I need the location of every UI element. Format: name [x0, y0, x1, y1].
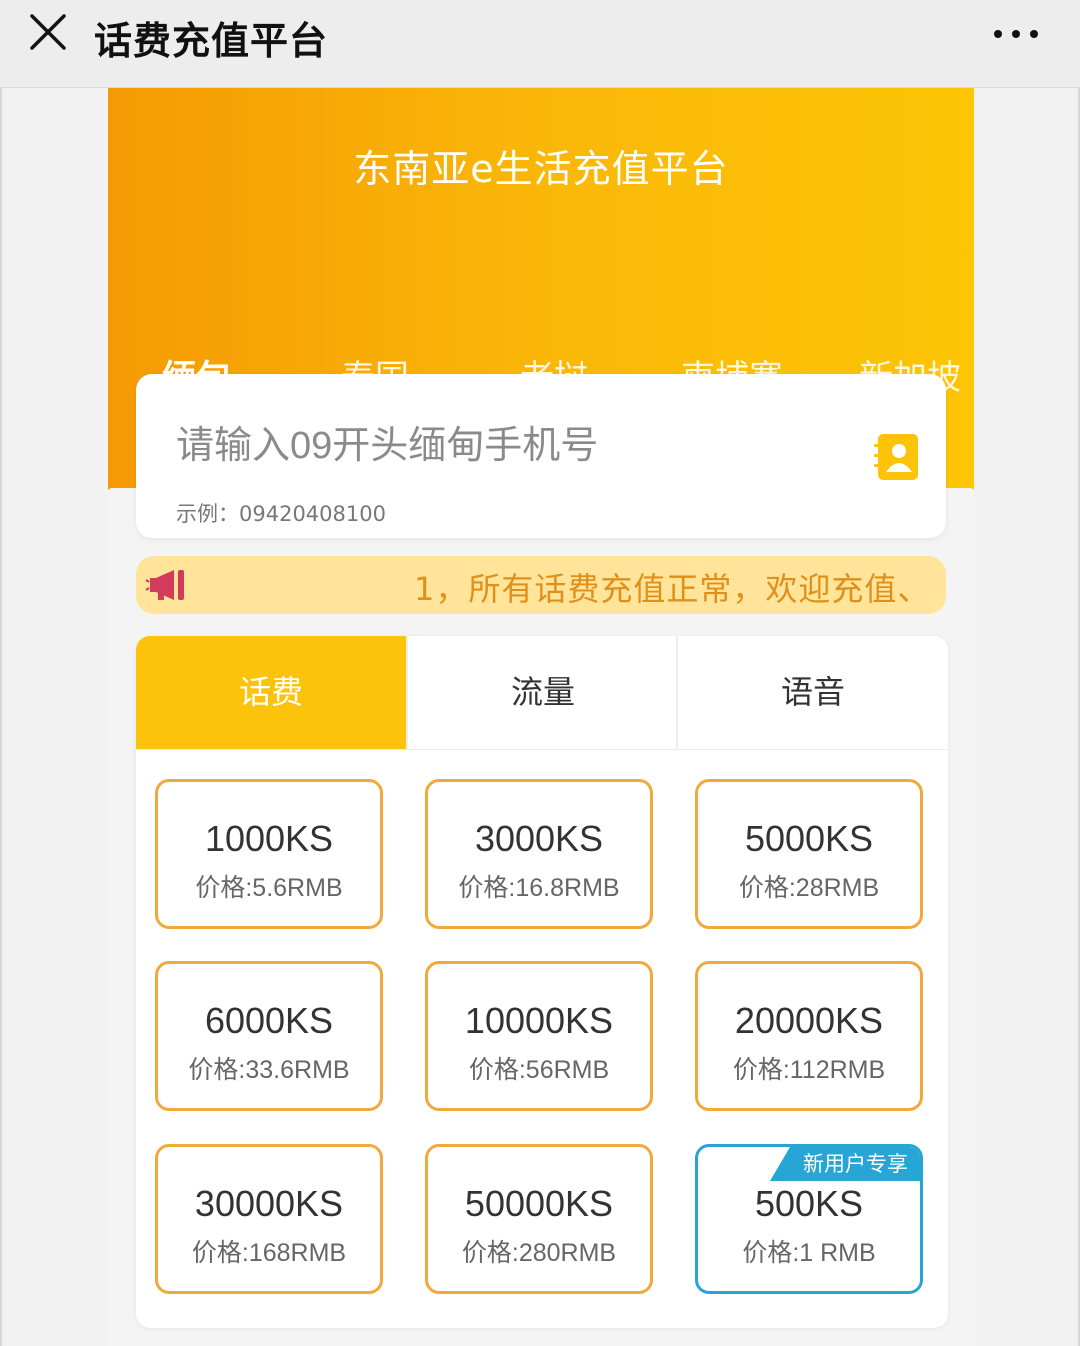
product-card[interactable]: 新用户专享 500KS 价格:1 RMB — [695, 1144, 923, 1294]
new-user-badge: 新用户专享 — [770, 1147, 920, 1181]
hero-left-tail — [108, 478, 138, 490]
product-panel: 话费 流量 语音 1000KS 价格:5.6RMB 3000KS 价格:16.8RMB… — [136, 636, 948, 1328]
product-card[interactable]: 10000KS 价格:56RMB — [425, 961, 653, 1111]
hero-right-tail — [944, 478, 974, 490]
product-price: 价格:28RMB — [738, 874, 880, 902]
page-left-edge — [0, 88, 2, 1346]
product-price: 价格:280RMB — [461, 1239, 617, 1267]
product-amount: 5000KS — [744, 818, 874, 859]
close-icon[interactable] — [24, 8, 72, 56]
product-price: 价格:16.8RMB — [458, 874, 620, 902]
phone-example-text: 示例：09420408100 — [176, 502, 386, 526]
product-amount: 500KS — [754, 1183, 864, 1224]
product-price: 价格:5.6RMB — [195, 874, 343, 902]
product-card[interactable]: 6000KS 价格:33.6RMB — [155, 961, 383, 1111]
product-type-tabs: 话费 流量 语音 — [136, 636, 948, 750]
megaphone-icon — [145, 570, 184, 600]
product-card[interactable]: 20000KS 价格:112RMB — [695, 961, 923, 1111]
product-price: 价格:168RMB — [191, 1239, 347, 1267]
top-navbar: 话费充值平台 — [0, 0, 1080, 88]
phone-input-card: 示例：09420408100 — [136, 374, 946, 538]
product-amount: 10000KS — [464, 1000, 614, 1041]
product-price: 价格:33.6RMB — [188, 1056, 350, 1084]
tab-data[interactable]: 流量 — [406, 636, 678, 749]
product-card[interactable]: 5000KS 价格:28RMB — [695, 779, 923, 929]
product-amount: 30000KS — [194, 1183, 344, 1224]
main-content: 东南亚e生活充值平台 缅甸 泰国 老挝 柬埔寨 新加坡 示例：094204081… — [108, 88, 974, 1346]
product-amount: 20000KS — [734, 1000, 884, 1041]
product-card[interactable]: 1000KS 价格:5.6RMB — [155, 779, 383, 929]
tab-voice[interactable]: 语音 — [676, 636, 948, 749]
page-title: 话费充值平台 — [94, 19, 329, 63]
phone-number-input[interactable] — [176, 420, 826, 472]
hero-title: 东南亚e生活充值平台 — [353, 147, 729, 191]
product-card[interactable]: 30000KS 价格:168RMB — [155, 1144, 383, 1294]
product-amount: 3000KS — [474, 818, 604, 859]
product-amount: 6000KS — [204, 1000, 334, 1041]
notice-text: 1，所有话费充值正常，欢迎充值、 — [414, 570, 931, 608]
product-price: 价格:56RMB — [468, 1056, 610, 1084]
more-icon[interactable] — [992, 24, 1040, 44]
notice-bar: 1，所有话费充值正常，欢迎充值、 — [136, 556, 946, 614]
product-amount: 50000KS — [464, 1183, 614, 1224]
product-card[interactable]: 3000KS 价格:16.8RMB — [425, 779, 653, 929]
product-card[interactable]: 50000KS 价格:280RMB — [425, 1144, 653, 1294]
product-price: 价格:112RMB — [732, 1056, 886, 1084]
product-amount: 1000KS — [204, 818, 334, 859]
contact-book-icon[interactable] — [872, 432, 920, 482]
tab-phone-credit[interactable]: 话费 — [136, 636, 406, 749]
product-price: 价格:1 RMB — [742, 1239, 876, 1267]
